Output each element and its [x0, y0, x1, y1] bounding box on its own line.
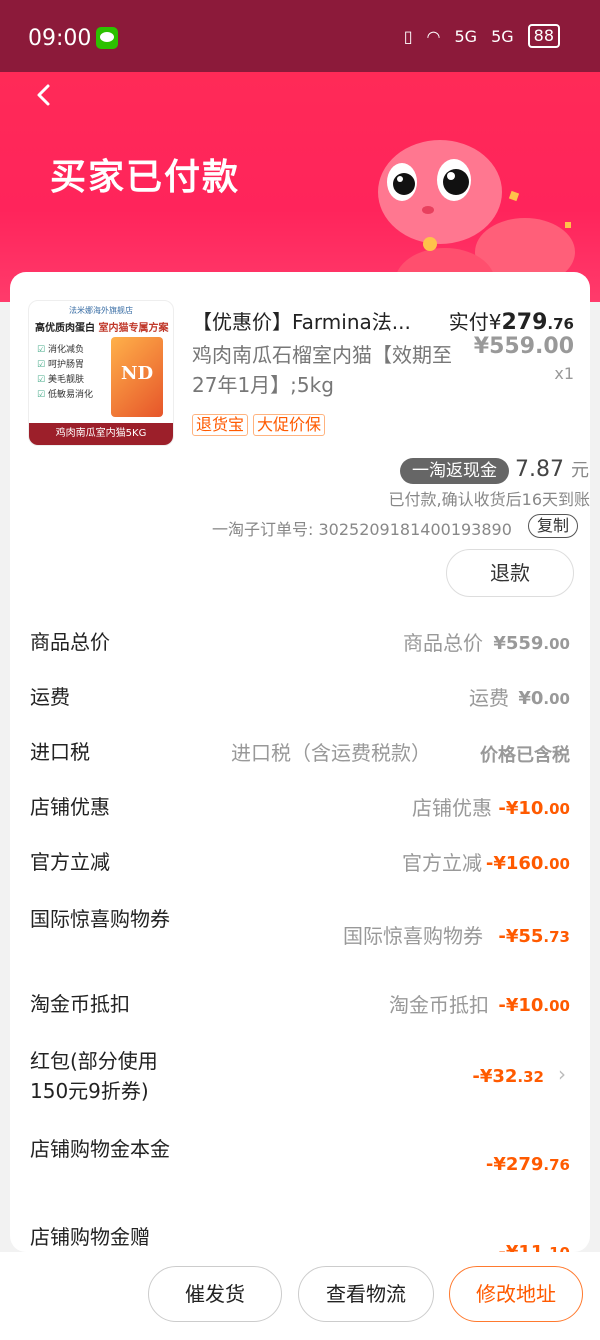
- status-icons: ▯ ◠ 5G 5G 88: [404, 24, 560, 48]
- product-title[interactable]: 【优惠价】Farmina法...: [192, 306, 411, 335]
- row-center-label: 国际惊喜购物券: [343, 924, 483, 948]
- row-center-label: 运费: [469, 686, 509, 710]
- page-title: 买家已付款: [50, 157, 241, 198]
- modify-address-button[interactable]: 修改地址: [449, 1266, 583, 1322]
- row-label: 官方立减: [30, 850, 110, 874]
- row-center-label: 店铺优惠: [412, 796, 492, 820]
- product-image-headline: 高优质肉蛋白 室内猫专属方案: [35, 323, 169, 334]
- row-label: 商品总价: [30, 630, 110, 654]
- product-sku: 鸡肉南瓜石榴室内猫【效期至27年1月】;5kg: [192, 343, 452, 397]
- product-image-footer: 鸡肉南瓜室内猫5KG: [29, 423, 173, 445]
- cashback-badge: 一淘返现金: [400, 458, 509, 484]
- row-label: 淘金币抵扣: [30, 992, 130, 1016]
- row-value: -¥10.00: [498, 798, 570, 819]
- row-label: 国际惊喜购物券: [30, 907, 170, 931]
- tag-return-insurance: 退货宝: [192, 414, 249, 436]
- row-center-label: 进口税（含运费税款）: [231, 741, 431, 765]
- product-image[interactable]: 法米娜海外旗舰店 高优质肉蛋白 室内猫专属方案 消化减负 呵护肠胃 美毛靓肤 低…: [28, 300, 174, 446]
- row-label: 进口税: [30, 740, 90, 764]
- order-detail-card: 法米娜海外旗舰店 高优质肉蛋白 室内猫专属方案 消化减负 呵护肠胃 美毛靓肤 低…: [10, 272, 590, 1252]
- view-logistics-button[interactable]: 查看物流: [298, 1266, 434, 1322]
- order-status-header: 买家已付款: [0, 72, 600, 312]
- quantity: x1: [554, 364, 574, 383]
- row-value: -¥55.73: [498, 926, 570, 947]
- original-price: ¥559.00: [473, 334, 574, 359]
- status-bar: 09:00 ▯ ◠ 5G 5G 88: [0, 0, 600, 72]
- row-value: -¥279.76: [485, 1154, 570, 1175]
- wifi-icon: ◠: [426, 26, 441, 46]
- vibrate-icon: ▯: [403, 26, 413, 46]
- product-image-bullets: 消化减负 呵护肠胃 美毛靓肤 低敏易消化: [37, 343, 93, 403]
- sub-order-number: 一淘子订单号: 3025209181400193890: [212, 520, 512, 539]
- row-label: 运费: [30, 685, 70, 709]
- row-value: ¥559.00: [493, 633, 570, 654]
- row-value: -¥160.00: [485, 853, 570, 874]
- product-bag-graphic: [111, 337, 163, 417]
- bottom-action-bar: 催发货 查看物流 修改地址: [0, 1252, 600, 1340]
- urge-shipping-button[interactable]: 催发货: [148, 1266, 282, 1322]
- chevron-right-icon[interactable]: ›: [558, 1062, 566, 1086]
- signal-icon-1: 5G: [454, 26, 478, 46]
- status-time: 09:00: [28, 26, 92, 51]
- row-label: 店铺优惠: [30, 795, 110, 819]
- product-image-store: 法米娜海外旗舰店: [69, 306, 133, 315]
- row-value: ¥0.00: [518, 688, 570, 709]
- row-value: 价格已含税: [480, 745, 570, 766]
- row-value: -¥10.00: [498, 995, 570, 1016]
- copy-button[interactable]: 复制: [528, 514, 579, 538]
- row-center-label: 淘金币抵扣: [389, 993, 489, 1017]
- row-center-label: 商品总价: [403, 631, 483, 655]
- battery-icon: 88: [527, 24, 560, 48]
- back-arrow-icon[interactable]: [30, 80, 60, 110]
- cashback-note: 已付款,确认收货后16天到账: [388, 490, 590, 509]
- row-center-label: 官方立减: [402, 851, 482, 875]
- row-value: -¥11.10: [498, 1242, 570, 1252]
- signal-icon-2: 5G: [491, 26, 514, 46]
- tag-price-protect: 大促价保: [253, 414, 326, 436]
- row-label: 店铺购物金赠: [30, 1225, 150, 1249]
- real-price: 实付¥279.76: [448, 310, 574, 335]
- cashback-amount: 7.87 元: [515, 457, 589, 482]
- row-label: 红包(部分使用150元9折券): [30, 1049, 158, 1103]
- row-label: 店铺购物金本金: [30, 1137, 170, 1161]
- row-value: -¥32.32: [472, 1066, 544, 1087]
- refund-button[interactable]: 退款: [446, 549, 574, 597]
- wechat-notification-icon: [96, 27, 118, 49]
